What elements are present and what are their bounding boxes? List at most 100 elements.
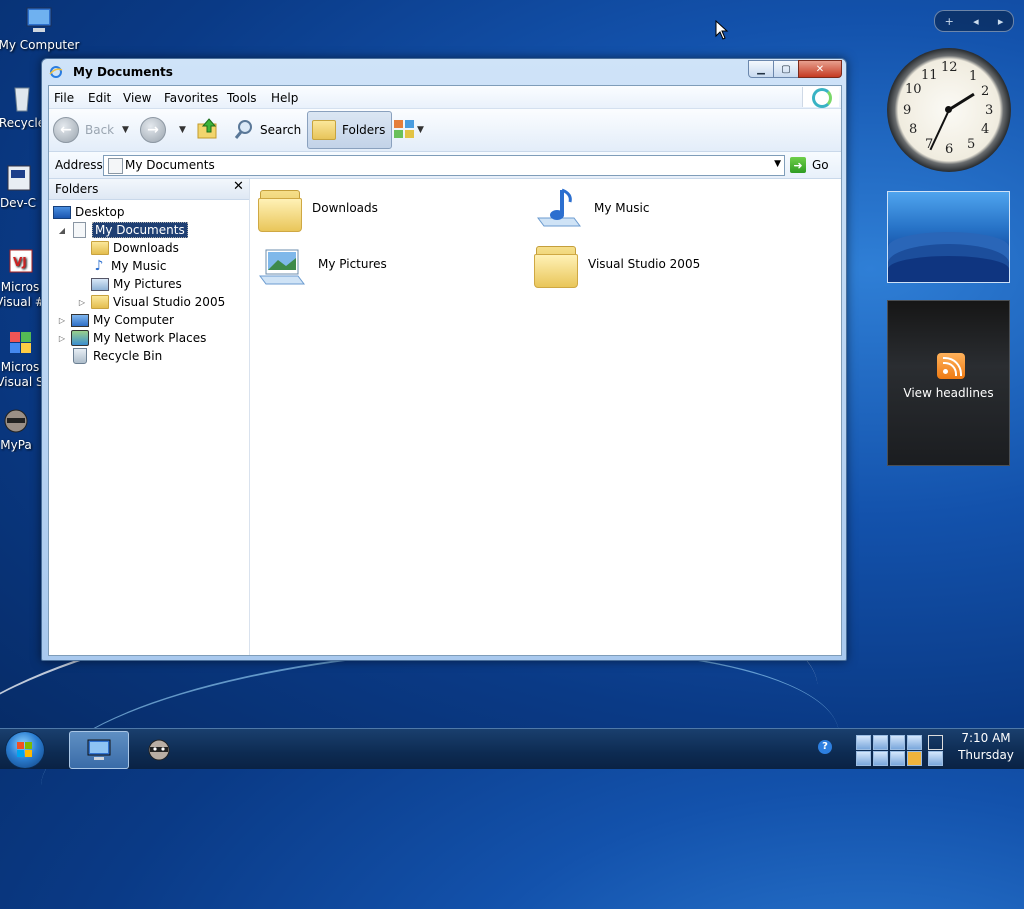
visual-studio-icon xyxy=(4,326,36,358)
expand-arrow-icon[interactable]: ▷ xyxy=(57,316,67,325)
forward-arrow-icon: → xyxy=(140,117,166,143)
next-icon[interactable]: ▸ xyxy=(998,15,1004,28)
views-button[interactable]: ▼ xyxy=(393,114,424,146)
window-title: My Documents xyxy=(73,65,173,79)
add-gadget-icon[interactable]: + xyxy=(945,15,954,28)
back-dropdown[interactable]: ▼ xyxy=(122,114,129,146)
tree-item-visual-studio-2005[interactable]: ▷ Visual Studio 2005 xyxy=(77,293,225,311)
minimize-button[interactable]: ▁ xyxy=(748,60,774,78)
file-item-my-music[interactable]: My Music xyxy=(534,183,649,233)
taskbar-button-explorer[interactable] xyxy=(69,731,129,769)
back-arrow-icon: ← xyxy=(53,117,79,143)
taskbar-button-mypal[interactable] xyxy=(131,731,189,767)
tray-search-icon[interactable] xyxy=(907,751,922,766)
folders-pane-title: Folders xyxy=(55,182,99,196)
tray-display-icon[interactable] xyxy=(890,735,905,750)
folder-icon xyxy=(258,186,302,232)
network-icon xyxy=(71,330,89,346)
file-item-label: My Pictures xyxy=(318,257,387,271)
file-item-visual-studio-2005[interactable]: Visual Studio 2005 xyxy=(534,239,700,289)
title-bar[interactable]: My Documents ▁ ▢ ✕ xyxy=(42,59,846,85)
close-icon[interactable]: ✕ xyxy=(233,179,244,194)
loading-ring-icon xyxy=(812,88,832,108)
tree-item-label: My Documents xyxy=(92,222,188,238)
file-item-label: My Music xyxy=(594,201,650,215)
desktop-icon-my-computer[interactable]: My Computer xyxy=(0,4,80,52)
previous-icon[interactable]: ◂ xyxy=(973,15,979,28)
clock-gadget[interactable]: 12 1 2 3 4 5 6 7 8 9 10 11 xyxy=(887,48,1011,172)
tray-storage-icon[interactable] xyxy=(873,751,888,766)
forward-dropdown[interactable]: ▼ xyxy=(179,114,186,146)
tree-item-downloads[interactable]: Downloads xyxy=(91,239,179,257)
menu-favorites[interactable]: Favorites xyxy=(164,91,218,105)
go-button[interactable]: ➜ Go xyxy=(790,156,829,174)
tray-volume-icon[interactable] xyxy=(928,751,943,766)
chevron-down-icon[interactable]: ▼ xyxy=(774,159,781,169)
tree-item-my-music[interactable]: ♪ My Music xyxy=(91,257,167,275)
up-folder-button[interactable] xyxy=(195,114,221,146)
expand-arrow-icon[interactable]: ▷ xyxy=(77,298,87,307)
tree-item-my-pictures[interactable]: My Pictures xyxy=(91,275,182,293)
chevron-down-icon: ▼ xyxy=(179,125,186,135)
file-item-downloads[interactable]: Downloads xyxy=(258,183,378,233)
tray-network-icon[interactable] xyxy=(856,735,871,750)
documents-icon xyxy=(108,158,123,174)
folders-button[interactable]: Folders xyxy=(307,111,393,149)
tree-item-label: My Computer xyxy=(93,313,174,327)
tray-printer-icon[interactable] xyxy=(873,735,888,750)
back-button[interactable]: ← Back xyxy=(53,114,114,146)
desktop-icon xyxy=(53,205,71,219)
view-headlines-link[interactable]: View headlines xyxy=(888,386,1009,400)
help-icon[interactable]: ? xyxy=(818,740,832,754)
menu-file[interactable]: File xyxy=(54,91,74,105)
toolbar: ← Back ▼ → ▼ Search Folders ▼ xyxy=(49,109,841,152)
clock-number: 1 xyxy=(969,69,978,84)
dev-cpp-icon xyxy=(2,162,34,194)
collapse-arrow-icon[interactable]: ◢ xyxy=(57,226,67,235)
clock-number: 11 xyxy=(921,68,938,83)
search-icon xyxy=(233,118,255,143)
clock-center-pin xyxy=(945,106,952,113)
menu-tools[interactable]: Tools xyxy=(227,91,257,105)
menu-edit[interactable]: Edit xyxy=(88,91,111,105)
folder-icon xyxy=(91,295,109,309)
desktop-icon-mypal[interactable]: MyPa xyxy=(0,404,46,452)
folders-label: Folders xyxy=(342,123,386,137)
forward-button[interactable]: → xyxy=(140,114,172,146)
search-button[interactable]: Search xyxy=(233,114,301,146)
clock-number: 10 xyxy=(905,82,922,97)
feed-headlines-gadget[interactable]: View headlines xyxy=(887,300,1010,466)
rss-icon xyxy=(937,353,965,379)
tray-language-icon[interactable] xyxy=(890,751,905,766)
tray-device-icon[interactable] xyxy=(856,751,871,766)
throbber xyxy=(802,87,839,108)
expand-arrow-icon[interactable]: ▷ xyxy=(57,334,67,343)
menu-view[interactable]: View xyxy=(123,91,151,105)
tree-item-my-documents[interactable]: ◢ My Documents xyxy=(57,221,188,239)
raccoon-icon xyxy=(145,735,173,766)
tree-item-my-computer[interactable]: ▷ My Computer xyxy=(57,311,174,329)
slideshow-gadget[interactable] xyxy=(887,191,1010,283)
tray-monitor-icon[interactable] xyxy=(928,735,943,750)
close-icon: ✕ xyxy=(815,63,825,75)
system-tray xyxy=(852,731,947,767)
explorer-window[interactable]: My Documents ▁ ▢ ✕ File Edit View Favori… xyxy=(41,58,847,661)
tree-item-desktop[interactable]: Desktop xyxy=(53,203,125,221)
my-computer-icon xyxy=(23,4,55,36)
tree-item-label: Recycle Bin xyxy=(93,349,163,363)
file-item-my-pictures[interactable]: My Pictures xyxy=(258,239,387,289)
tree-item-my-network-places[interactable]: ▷ My Network Places xyxy=(57,329,206,347)
maximize-button[interactable]: ▢ xyxy=(773,60,799,78)
tree-item-recycle-bin[interactable]: Recycle Bin xyxy=(71,347,162,365)
tree-item-label: Desktop xyxy=(75,205,125,219)
taskbar-clock[interactable]: 7:10 AM Thursday xyxy=(952,731,1020,762)
sidebar-controls[interactable]: + ◂ ▸ xyxy=(934,10,1014,32)
tree-item-label: My Pictures xyxy=(113,277,182,291)
address-input[interactable]: My Documents ▼ xyxy=(103,155,785,176)
start-button[interactable] xyxy=(5,731,45,769)
menu-help[interactable]: Help xyxy=(271,91,298,105)
computer-icon xyxy=(71,313,89,327)
close-button[interactable]: ✕ xyxy=(798,60,842,78)
tray-security-icon[interactable] xyxy=(907,735,922,750)
folder-icon xyxy=(91,241,109,255)
